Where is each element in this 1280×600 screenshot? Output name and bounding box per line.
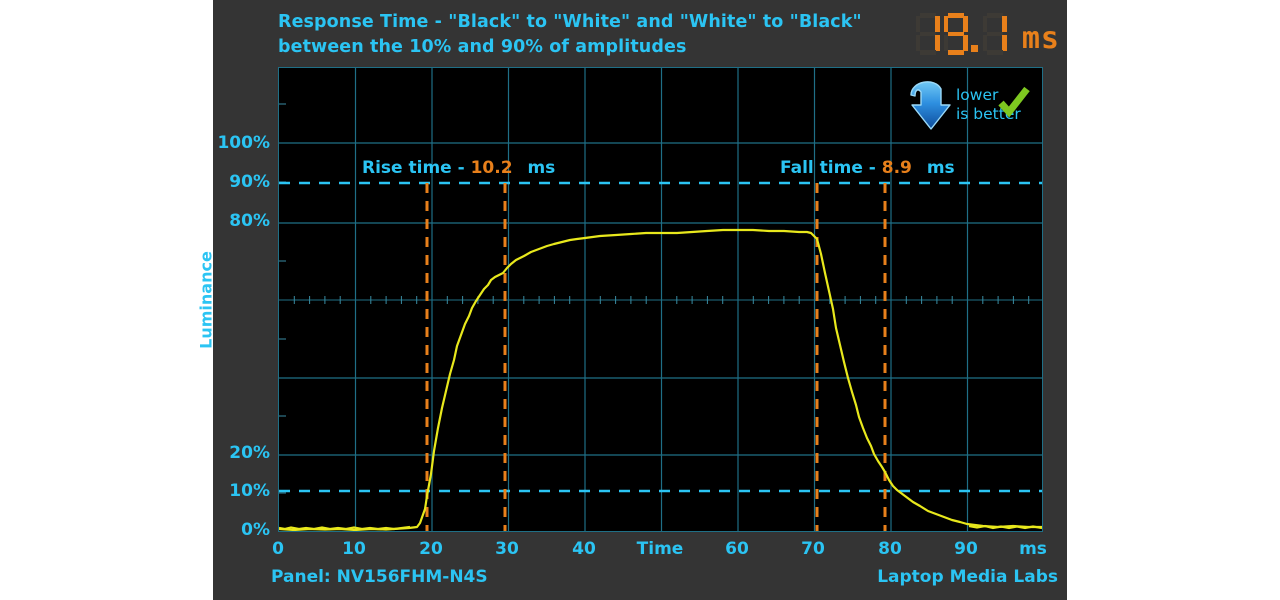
rise-time-unit: ms	[527, 158, 556, 178]
x-axis-unit: ms	[1019, 539, 1047, 559]
readout-decimal-point	[970, 13, 981, 55]
readout-digit-3	[982, 13, 1008, 55]
time-markers	[425, 183, 887, 531]
x-tick-0: 0	[272, 539, 284, 559]
y-tick-10: 10%	[229, 481, 270, 501]
down-arrow-icon	[910, 81, 951, 130]
x-tick-10: 10	[342, 539, 366, 559]
lower-is-better-legend: lower is better	[905, 74, 1045, 136]
x-tick-30: 30	[495, 539, 519, 559]
x-tick-40: 40	[572, 539, 596, 559]
x-tick-80: 80	[878, 539, 902, 559]
rise-time-annotation: Rise time - 10.2 ms	[362, 158, 555, 178]
y-tick-100: 100%	[217, 133, 270, 153]
readout-digits	[914, 13, 1009, 55]
x-tick-60: 60	[725, 539, 749, 559]
fall-time-annotation: Fall time - 8.9 ms	[780, 158, 955, 178]
x-tick-70: 70	[801, 539, 825, 559]
rise-time-value: 10.2	[470, 158, 513, 178]
threshold-lines	[279, 181, 1042, 493]
chart-title-line2: between the 10% and 90% of amplitudes	[278, 37, 687, 57]
axis-minor-ticks-v	[279, 103, 286, 494]
panel-model-label: Panel: NV156FHM-N4S	[271, 567, 488, 587]
brand-label: Laptop Media Labs	[877, 567, 1058, 587]
response-time-readout: ms	[878, 8, 1060, 60]
x-tick-20: 20	[419, 539, 443, 559]
fall-time-value: 8.9	[881, 158, 912, 178]
y-tick-80: 80%	[229, 211, 270, 231]
luminance-trace	[279, 228, 1042, 531]
chart-title: Response Time - "Black" to "White" and "…	[278, 10, 878, 60]
readout-unit: ms	[1021, 21, 1060, 56]
chart-plot-area: Rise time - 10.2 ms Fall time - 8.9 ms	[278, 67, 1043, 532]
fall-time-unit: ms	[926, 158, 955, 178]
readout-digit-1	[915, 13, 941, 55]
y-tick-90: 90%	[229, 172, 270, 192]
y-tick-20: 20%	[229, 443, 270, 463]
rise-time-label: Rise time -	[362, 158, 465, 178]
y-axis-title: Luminance	[196, 251, 216, 349]
checkmark-icon	[998, 86, 1030, 118]
x-axis-title: Time	[636, 539, 684, 559]
readout-digit-2	[943, 13, 969, 55]
screenshot-root: Response Time - "Black" to "White" and "…	[0, 0, 1280, 600]
chart-title-line1: Response Time - "Black" to "White" and "…	[278, 12, 862, 32]
x-tick-90: 90	[954, 539, 978, 559]
y-tick-0: 0%	[241, 520, 270, 540]
fall-time-label: Fall time -	[780, 158, 876, 178]
grid-horizontal	[279, 142, 1042, 456]
chart-svg	[279, 68, 1042, 531]
